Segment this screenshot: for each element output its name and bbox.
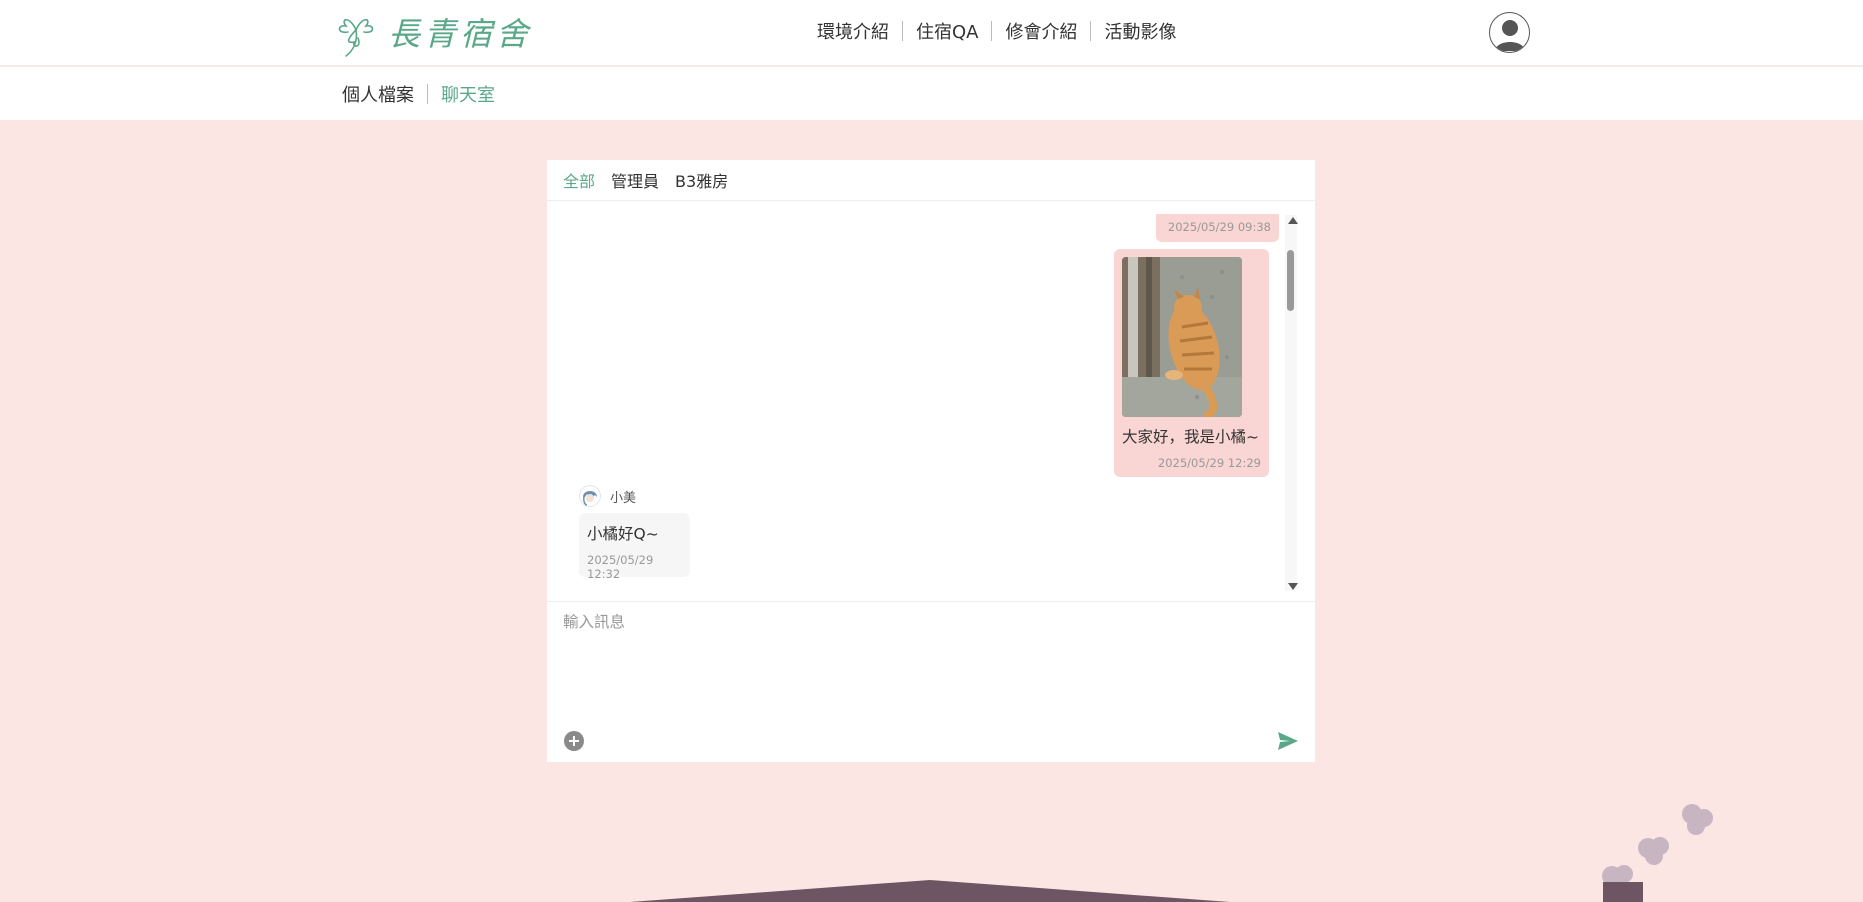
message-timestamp: 2025/05/29 12:29 — [1157, 456, 1261, 470]
message-scrollbar[interactable] — [1285, 215, 1298, 591]
nav-divider — [902, 21, 903, 41]
orange-cat-photo[interactable] — [1122, 257, 1242, 417]
message-text: 大家好，我是小橘~ — [1122, 428, 1259, 446]
send-icon[interactable] — [1276, 729, 1300, 753]
site-logo[interactable]: 長青宿舍 — [330, 4, 532, 60]
scroll-down-arrow-icon[interactable] — [1288, 583, 1298, 590]
scroll-up-arrow-icon[interactable] — [1288, 217, 1298, 224]
my-message-bubble: 大家好，我是小橘~ 2025/05/29 12:29 — [1114, 249, 1269, 477]
user-silhouette-icon — [1495, 20, 1525, 51]
clover-logo-icon — [338, 18, 374, 57]
sender-avatar-icon[interactable] — [579, 485, 601, 507]
nav-divider — [1090, 21, 1092, 41]
message-input[interactable] — [563, 610, 1299, 710]
sub-header: 個人檔案 聊天室 — [0, 67, 1863, 120]
message-sender: 小美 — [579, 485, 636, 507]
sub-nav: 個人檔案 聊天室 — [342, 81, 495, 107]
message-list[interactable]: 2025/05/29 09:38 大家好，我是小橘~ 2025/05/29 12… — [547, 201, 1315, 602]
my-message-bubble: 2025/05/29 09:38 — [1156, 214, 1279, 242]
scrollbar-thumb[interactable] — [1287, 250, 1294, 311]
nav-activity-photos[interactable]: 活動影像 — [1104, 18, 1176, 44]
message-timestamp: 2025/05/29 12:32 — [587, 553, 654, 581]
chat-tabs: 全部 管理員 B3雅房 — [547, 160, 1315, 201]
site-logo-text: 長青宿舍 — [388, 15, 533, 53]
user-avatar-button[interactable] — [1489, 12, 1530, 53]
message-timestamp: 2025/05/29 09:38 — [1167, 220, 1271, 234]
nav-divider — [991, 21, 993, 41]
message-composer — [547, 602, 1315, 762]
house-roof-decoration — [630, 880, 1230, 902]
sender-name: 小美 — [610, 490, 637, 506]
main-nav: 環境介紹 住宿QA 修會介紹 活動影像 — [817, 18, 1176, 44]
chimney-decoration — [1603, 882, 1643, 902]
top-header: 長青宿舍 環境介紹 住宿QA 修會介紹 活動影像 — [0, 0, 1863, 66]
chat-tab-admin[interactable]: 管理員 — [611, 168, 659, 192]
chat-panel: 全部 管理員 B3雅房 2025/05/29 09:38 大家好，我是小橘~ 2… — [547, 160, 1315, 762]
add-attachment-icon[interactable] — [564, 731, 584, 751]
chat-tab-b3-room[interactable]: B3雅房 — [675, 168, 728, 192]
nav-housing-qa[interactable]: 住宿QA — [916, 18, 978, 44]
message-text: 小橘好Q~ — [587, 525, 659, 543]
other-message-bubble: 小橘好Q~ 2025/05/29 12:32 — [579, 513, 690, 581]
chat-tab-all[interactable]: 全部 — [563, 168, 595, 192]
subnav-chatroom[interactable]: 聊天室 — [441, 81, 495, 107]
subnav-divider — [427, 84, 428, 104]
subnav-profile[interactable]: 個人檔案 — [342, 81, 414, 107]
orange-cat-image — [1122, 257, 1242, 417]
nav-order-intro[interactable]: 修會介紹 — [1005, 18, 1077, 44]
nav-environment[interactable]: 環境介紹 — [817, 18, 889, 44]
